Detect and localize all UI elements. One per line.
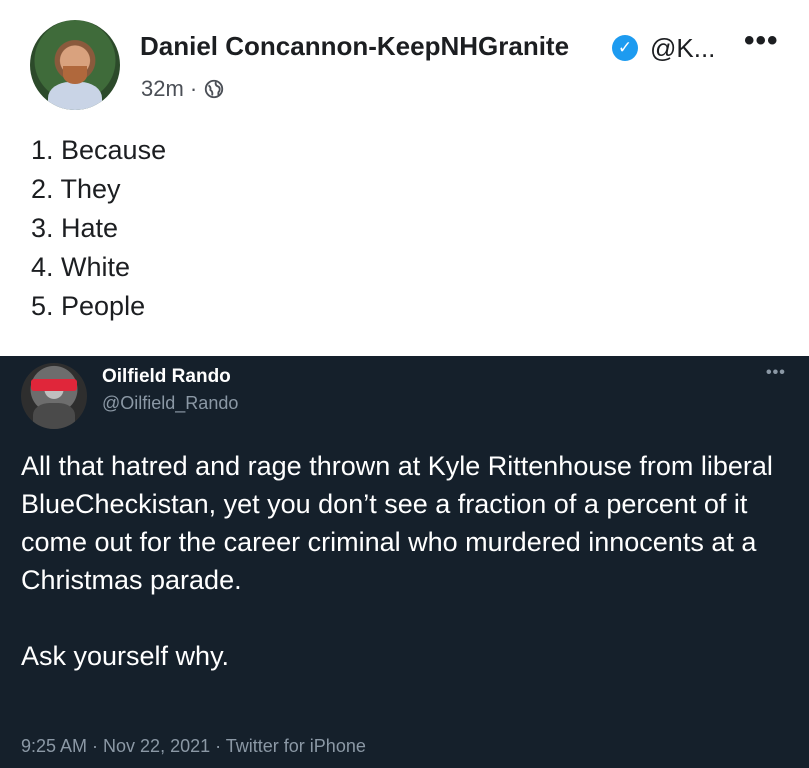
tweet-author-avatar[interactable] (21, 363, 87, 429)
verified-badge-icon: ✓ (612, 35, 638, 61)
post-list: 1. Because 2. They 3. Hate 4. White 5. P… (31, 131, 166, 326)
post-time[interactable]: 32m · (141, 76, 197, 102)
tweet-author-handle[interactable]: @Oilfield_Rando (102, 393, 238, 414)
author-avatar[interactable] (30, 20, 120, 110)
avatar-red-bar (31, 379, 77, 391)
avatar-beard (63, 66, 87, 84)
more-options-icon[interactable]: ••• (744, 24, 779, 58)
tweet-more-options-icon[interactable]: ••• (766, 364, 786, 382)
globe-icon (205, 79, 224, 99)
list-item: 2. They (31, 174, 121, 204)
list-item: 4. White (31, 252, 131, 282)
tweet-author-name[interactable]: Oilfield Rando (102, 366, 231, 388)
facebook-post: Daniel Concannon-KeepNHGranite ✓ @K... •… (0, 0, 809, 356)
tweet-timestamp[interactable]: 9:25 AM · Nov 22, 2021 · Twitter for iPh… (21, 736, 366, 757)
list-item: 3. Hate (31, 213, 119, 243)
list-item: 5. People (31, 291, 146, 321)
author-name[interactable]: Daniel Concannon-KeepNHGranite (140, 31, 569, 62)
tweet-text: All that hatred and rage thrown at Kyle … (21, 451, 773, 671)
avatar-shirt (48, 82, 102, 110)
post-meta: 32m · (141, 76, 225, 102)
author-handle[interactable]: @K... (650, 33, 715, 64)
list-item: 1. Because (31, 135, 167, 165)
tweet-card: Oilfield Rando @Oilfield_Rando ••• All t… (0, 356, 809, 768)
avatar-suit (33, 403, 75, 429)
